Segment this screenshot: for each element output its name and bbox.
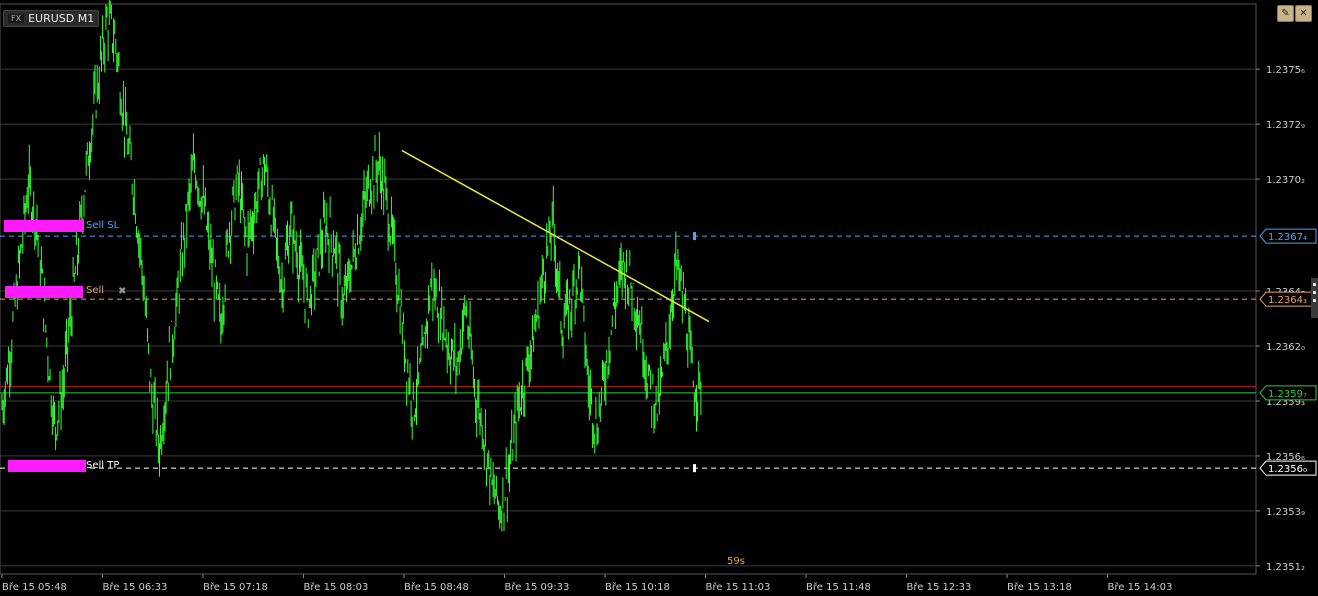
- y-tick-label: 1.2351₂: [1266, 562, 1305, 573]
- fx-badge: FX: [8, 14, 25, 23]
- x-tick-label: Bře 15 07:18: [203, 581, 268, 593]
- x-tick-label: Bře 15 08:03: [304, 581, 369, 593]
- sell-sl-label: Sell SL: [86, 220, 120, 231]
- price-chart[interactable]: 1.2375₆1.2372₉1.2370₂1.2364₇1.2362₀1.235…: [0, 0, 1318, 596]
- bar-countdown: 59s: [727, 556, 745, 567]
- chart-title: EURUSD M1: [28, 12, 95, 25]
- x-tick-label: Bře 15 11:03: [706, 581, 771, 593]
- x-tick-label: Bře 15 11:48: [806, 581, 871, 593]
- close-order-icon[interactable]: ✖: [118, 286, 126, 297]
- trendline: [401, 149, 710, 323]
- tp-current-marker: [693, 464, 696, 473]
- order-price-label-tp: 1.2356₀: [1268, 464, 1307, 475]
- x-tick-label: Bře 15 13:18: [1007, 581, 1072, 593]
- x-tick-label: Bře 15 14:03: [1108, 581, 1173, 593]
- sell-entry-label: Sell: [86, 285, 105, 296]
- order-price-label-sl: 1.2367₄: [1268, 232, 1307, 243]
- sell-entry-marker[interactable]: [5, 286, 83, 298]
- y-tick-label: 1.2375₆: [1266, 65, 1305, 76]
- bid-price-label: 1.2359₇: [1268, 389, 1307, 400]
- x-tick-label: Bře 15 06:33: [103, 581, 168, 593]
- sell-tp-marker[interactable]: [8, 460, 86, 472]
- panel-resize-handle[interactable]: [1311, 278, 1318, 318]
- x-tick-label: Bře 15 10:18: [605, 581, 670, 593]
- y-tick-label: 1.2370₂: [1266, 175, 1305, 186]
- symbol-tab[interactable]: FX EURUSD M1: [3, 10, 100, 27]
- close-icon[interactable]: ✕: [1295, 5, 1312, 22]
- x-tick-label: Bře 15 12:33: [907, 581, 972, 593]
- y-tick-label: 1.2372₉: [1266, 120, 1305, 131]
- chart-window: 1.2375₆1.2372₉1.2370₂1.2364₇1.2362₀1.235…: [0, 0, 1318, 596]
- x-tick-label: Bře 15 08:48: [404, 581, 469, 593]
- sell-sl-marker[interactable]: [4, 220, 84, 232]
- edit-icon[interactable]: ✎: [1277, 5, 1294, 22]
- order-price-label-entry: 1.2364₃: [1268, 295, 1307, 306]
- y-tick-label: 1.2353₉: [1266, 507, 1305, 518]
- x-tick-label: Bře 15 05:48: [2, 581, 67, 593]
- x-tick-label: Bře 15 09:33: [505, 581, 570, 593]
- y-tick-label: 1.2362₀: [1266, 342, 1305, 353]
- sl-current-marker: [693, 232, 696, 241]
- sell-tp-label: Sell TP: [86, 460, 120, 471]
